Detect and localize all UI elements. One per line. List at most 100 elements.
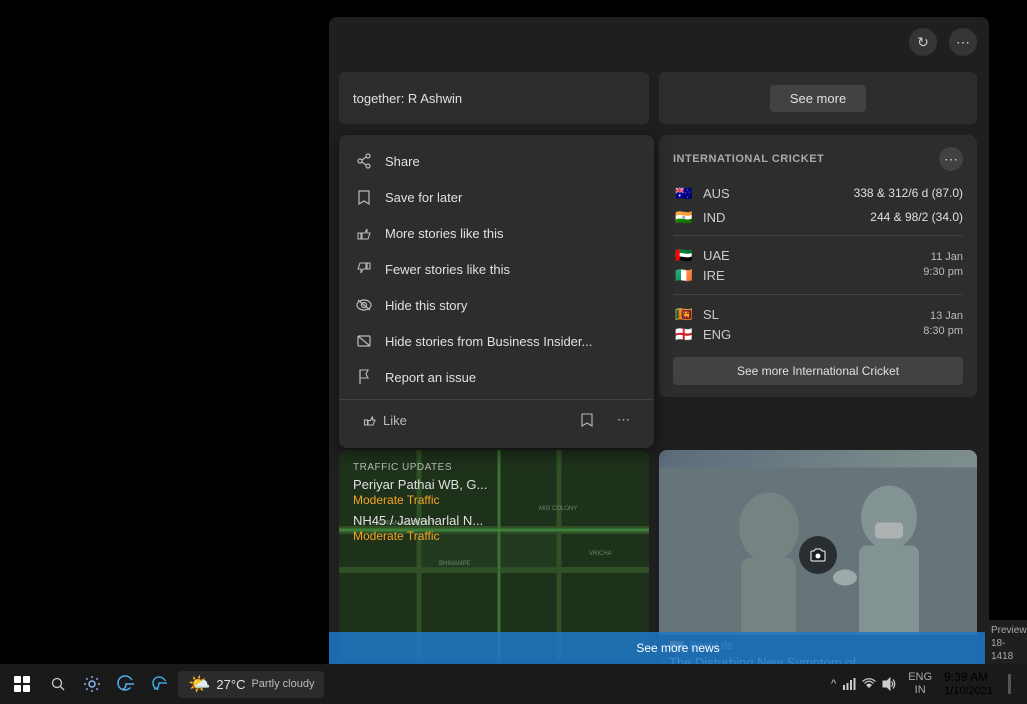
menu-item-fewer-like[interactable]: Fewer stories like this [339, 251, 654, 287]
preview-panel: Preview18-1418 [985, 620, 1027, 667]
news-image-card[interactable]: Best Life [659, 450, 977, 660]
traffic-route-2-status: Moderate Traffic [353, 529, 635, 543]
menu-item-report-label: Report an issue [385, 370, 476, 385]
more-options-icon[interactable]: ⋯ [949, 28, 977, 56]
team-row-ire: 🇮🇪 IRE [673, 265, 923, 285]
traffic-route-1-name: Periyar Pathai WB, G... [353, 477, 635, 492]
bottom-ticker[interactable]: See more news [329, 632, 1027, 664]
cricket-card: INTERNATIONAL CRICKET ⋯ 🇦🇺 AUS 338 & 312… [659, 135, 977, 397]
taskbar: 🌤️ 27°C Partly cloudy ^ [0, 664, 1027, 704]
ind-flag: 🇮🇳 [673, 209, 695, 225]
flag-icon [355, 368, 373, 386]
weather-temperature: 27°C [216, 677, 245, 692]
show-desktop-button[interactable] [997, 668, 1015, 700]
system-tray: ^ ENG IN 9:39 AM 1/10/20 [823, 668, 1023, 700]
menu-item-hide-story[interactable]: Hide this story [339, 287, 654, 323]
clock-date: 1/10/2021 [944, 685, 993, 698]
match-separator-1 [673, 235, 963, 236]
search-button[interactable] [42, 668, 74, 700]
aus-code: AUS [703, 186, 739, 201]
like-button[interactable]: Like [355, 409, 415, 432]
menu-item-share-label: Share [385, 154, 420, 169]
traffic-route-1: Periyar Pathai WB, G... Moderate Traffic [353, 477, 635, 507]
svg-text:BHIMANPE: BHIMANPE [439, 561, 470, 567]
widget-top-bar: ↻ ⋯ [329, 17, 989, 67]
language-label: ENG [908, 671, 932, 684]
match-row-aus: 🇦🇺 AUS 338 & 312/6 d (87.0) [673, 181, 963, 205]
upcoming-match-sl-eng: 🇱🇰 SL 🏴󠁧󠁢󠁥󠁮󠁧󠁿 ENG 13 Jan 8:30 pm [673, 301, 963, 347]
region-label: IN [908, 684, 932, 697]
uae-flag: 🇦🇪 [673, 247, 695, 263]
menu-item-more-like[interactable]: More stories like this [339, 215, 654, 251]
upcoming-teams-sl-eng: 🇱🇰 SL 🏴󠁧󠁢󠁥󠁮󠁧󠁿 ENG [673, 304, 923, 344]
system-icons: ^ [831, 677, 896, 691]
ire-flag: 🇮🇪 [673, 267, 695, 283]
sl-eng-date: 13 Jan [923, 309, 963, 324]
upcoming-teams-uae-ire: 🇦🇪 UAE 🇮🇪 IRE [673, 245, 923, 285]
sl-eng-time-val: 8:30 pm [923, 324, 963, 339]
footer-more-icon[interactable]: ⋯ [609, 408, 638, 432]
context-menu: Share Save for later More stories like t… [339, 135, 654, 448]
see-more-card: See more [659, 72, 977, 124]
upcoming-match-uae-ire: 🇦🇪 UAE 🇮🇪 IRE 11 Jan 9:30 pm [673, 242, 963, 288]
see-more-button[interactable]: See more [770, 85, 866, 112]
like-label: Like [383, 413, 407, 428]
widget-area: ↻ ⋯ together: R Ashwin See more Share [329, 17, 989, 677]
menu-item-more-like-label: More stories like this [385, 226, 503, 241]
uae-ire-date: 11 Jan [923, 250, 963, 265]
bookmark-icon [355, 188, 373, 206]
chevron-up-icon[interactable]: ^ [831, 678, 836, 690]
sl-code: SL [703, 307, 739, 322]
thumbs-up-icon [355, 224, 373, 242]
cricket-header: INTERNATIONAL CRICKET ⋯ [673, 147, 963, 171]
traffic-route-1-status: Moderate Traffic [353, 493, 635, 507]
menu-item-hide-story-label: Hide this story [385, 298, 467, 313]
traffic-route-2-name: NH45 / Jawaharlal N... [353, 513, 635, 528]
wifi-icon [862, 677, 876, 691]
network-icon [842, 677, 856, 691]
eng-flag: 🏴󠁧󠁢󠁥󠁮󠁧󠁿 [673, 326, 695, 342]
menu-item-save[interactable]: Save for later [339, 179, 654, 215]
clock[interactable]: 9:39 AM 1/10/2021 [944, 670, 993, 698]
refresh-icon[interactable]: ↻ [909, 28, 937, 56]
news-image-background: Best Life [659, 450, 977, 660]
camera-badge [799, 536, 837, 574]
weather-widget-taskbar[interactable]: 🌤️ 27°C Partly cloudy [178, 671, 324, 698]
menu-item-fewer-like-label: Fewer stories like this [385, 262, 510, 277]
menu-item-share[interactable]: Share [339, 143, 654, 179]
traffic-label: Traffic Updates [353, 462, 635, 473]
ind-code: IND [703, 210, 739, 225]
story-header: together: R Ashwin [339, 72, 649, 124]
edge-icon-taskbar[interactable] [110, 668, 142, 700]
story-header-text: together: R Ashwin [353, 91, 462, 106]
clock-time: 9:39 AM [944, 670, 993, 684]
cricket-more-button[interactable]: ⋯ [939, 147, 963, 171]
share-icon [355, 152, 373, 170]
ticker-text: See more news [636, 641, 719, 655]
bookmark-footer-button[interactable] [573, 409, 601, 431]
language-region[interactable]: ENG IN [908, 671, 932, 697]
hide-source-icon [355, 332, 373, 350]
uae-ire-time: 11 Jan 9:30 pm [923, 250, 963, 281]
cricket-section-title: INTERNATIONAL CRICKET [673, 153, 824, 165]
team-row-uae: 🇦🇪 UAE [673, 245, 923, 265]
menu-item-hide-source[interactable]: Hide stories from Business Insider... [339, 323, 654, 359]
edge-icon2-taskbar[interactable] [144, 668, 176, 700]
menu-item-report[interactable]: Report an issue [339, 359, 654, 395]
uae-ire-time-val: 9:30 pm [923, 265, 963, 280]
sl-flag: 🇱🇰 [673, 306, 695, 322]
windows-logo [14, 676, 30, 692]
traffic-route-2: NH45 / Jawaharlal N... Moderate Traffic [353, 513, 635, 543]
see-more-cricket-button[interactable]: See more International Cricket [673, 357, 963, 385]
aus-score: 338 & 312/6 d (87.0) [747, 186, 963, 200]
weather-icon: 🌤️ [188, 674, 210, 695]
ind-score: 244 & 98/2 (34.0) [747, 210, 963, 224]
settings-icon-taskbar[interactable] [76, 668, 108, 700]
ire-code: IRE [703, 268, 739, 283]
start-button[interactable] [4, 668, 40, 700]
uae-code: UAE [703, 248, 739, 263]
team-row-eng: 🏴󠁧󠁢󠁥󠁮󠁧󠁿 ENG [673, 324, 923, 344]
match-separator-2 [673, 294, 963, 295]
weather-description: Partly cloudy [251, 678, 314, 690]
hide-icon [355, 296, 373, 314]
